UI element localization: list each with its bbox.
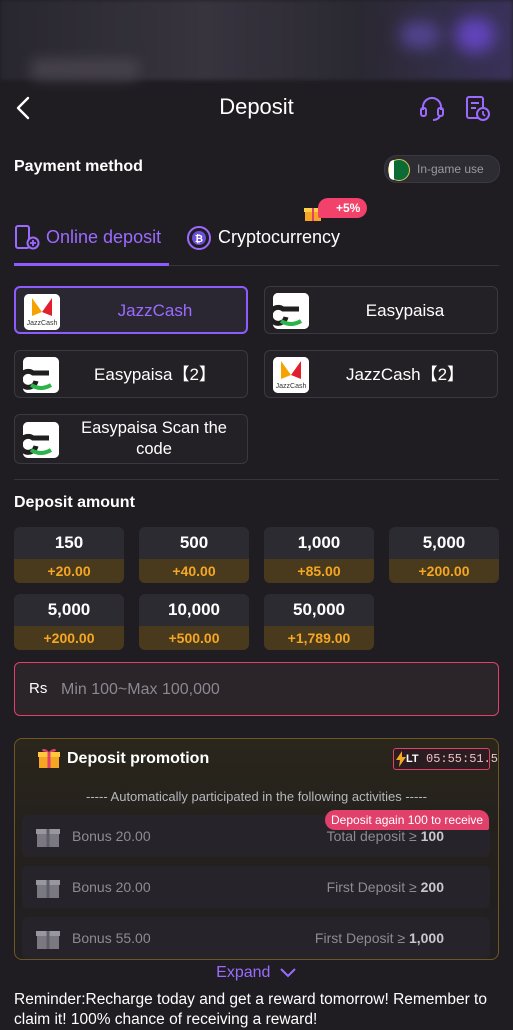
tab-cryptocurrency[interactable]: ₿ Cryptocurrency bbox=[186, 215, 366, 263]
chevron-down-icon bbox=[280, 968, 296, 978]
amount-option[interactable]: 1,000 +85.00 bbox=[264, 527, 374, 583]
easypaisa-logo-icon bbox=[23, 357, 59, 393]
in-game-use-badge: In-game use bbox=[384, 155, 500, 183]
gift-icon bbox=[36, 829, 60, 847]
svg-text:₿: ₿ bbox=[195, 233, 203, 245]
amount-option[interactable]: 500 +40.00 bbox=[139, 527, 249, 583]
headset-support-icon[interactable] bbox=[418, 94, 446, 122]
jazzcash-logo-icon: JazzCash bbox=[24, 294, 60, 330]
payment-method-label: Payment method bbox=[14, 158, 143, 175]
amount-input-box: Rs bbox=[14, 662, 499, 716]
currency-label: Rs bbox=[29, 680, 48, 697]
method-easypaisa-scan[interactable]: Easypaisa Scan the code bbox=[14, 414, 248, 464]
jazzcash-logo-icon: JazzCash bbox=[273, 357, 309, 393]
method-easypaisa[interactable]: Easypaisa bbox=[264, 286, 498, 334]
history-record-icon[interactable] bbox=[463, 94, 491, 122]
crypto-coin-icon: ₿ bbox=[187, 226, 211, 250]
amount-option[interactable]: 5,000 +200.00 bbox=[389, 527, 499, 583]
tab-online-deposit[interactable]: Online deposit bbox=[14, 215, 169, 266]
deposit-again-badge: Deposit again 100 to receive bbox=[325, 810, 490, 830]
amount-option[interactable]: 50,000 +1,789.00 bbox=[264, 594, 374, 650]
reminder-text: Reminder:Recharge today and get a reward… bbox=[14, 991, 487, 1028]
amount-option[interactable]: 5,000 +200.00 bbox=[14, 594, 124, 650]
section-divider bbox=[14, 479, 499, 480]
easypaisa-logo-icon bbox=[23, 422, 59, 458]
method-jazzcash-2[interactable]: JazzCash JazzCash【2】 bbox=[264, 350, 498, 398]
easypaisa-logo-icon bbox=[273, 293, 309, 329]
auto-participate-text: ----- Automatically participated in the … bbox=[86, 789, 427, 804]
deposit-amount-label: Deposit amount bbox=[14, 494, 135, 511]
blurred-top-bar bbox=[0, 0, 513, 80]
expand-button[interactable]: Expand bbox=[0, 964, 513, 982]
amount-input[interactable] bbox=[59, 673, 483, 707]
pakistan-flag-icon bbox=[388, 159, 410, 181]
gift-icon bbox=[36, 931, 60, 949]
promotion-title: Deposit promotion bbox=[67, 750, 210, 767]
countdown-timer: LT 05:55:51.5 bbox=[393, 748, 498, 770]
deposit-tabs: Online deposit ₿ Cryptocurrency bbox=[14, 215, 499, 266]
method-jazzcash[interactable]: JazzCash JazzCash bbox=[14, 286, 248, 334]
gift-icon bbox=[36, 880, 60, 898]
promotion-row: Bonus 20.00 First Deposit ≥ 200 bbox=[22, 866, 490, 908]
lightning-icon: LT bbox=[396, 751, 422, 767]
gift-box-icon bbox=[38, 748, 60, 768]
phone-deposit-icon bbox=[15, 225, 40, 250]
method-easypaisa-2[interactable]: Easypaisa【2】 bbox=[14, 350, 248, 398]
svg-text:JazzCash: JazzCash bbox=[27, 320, 58, 327]
amount-option[interactable]: 150 +20.00 bbox=[14, 527, 124, 583]
promotion-row: Bonus 55.00 First Deposit ≥ 1,000 bbox=[22, 917, 490, 959]
amount-option[interactable]: 10,000 +500.00 bbox=[139, 594, 249, 650]
header: Deposit bbox=[0, 80, 513, 136]
svg-text:JazzCash: JazzCash bbox=[276, 383, 307, 390]
crypto-bonus-badge: +5% bbox=[318, 198, 368, 218]
